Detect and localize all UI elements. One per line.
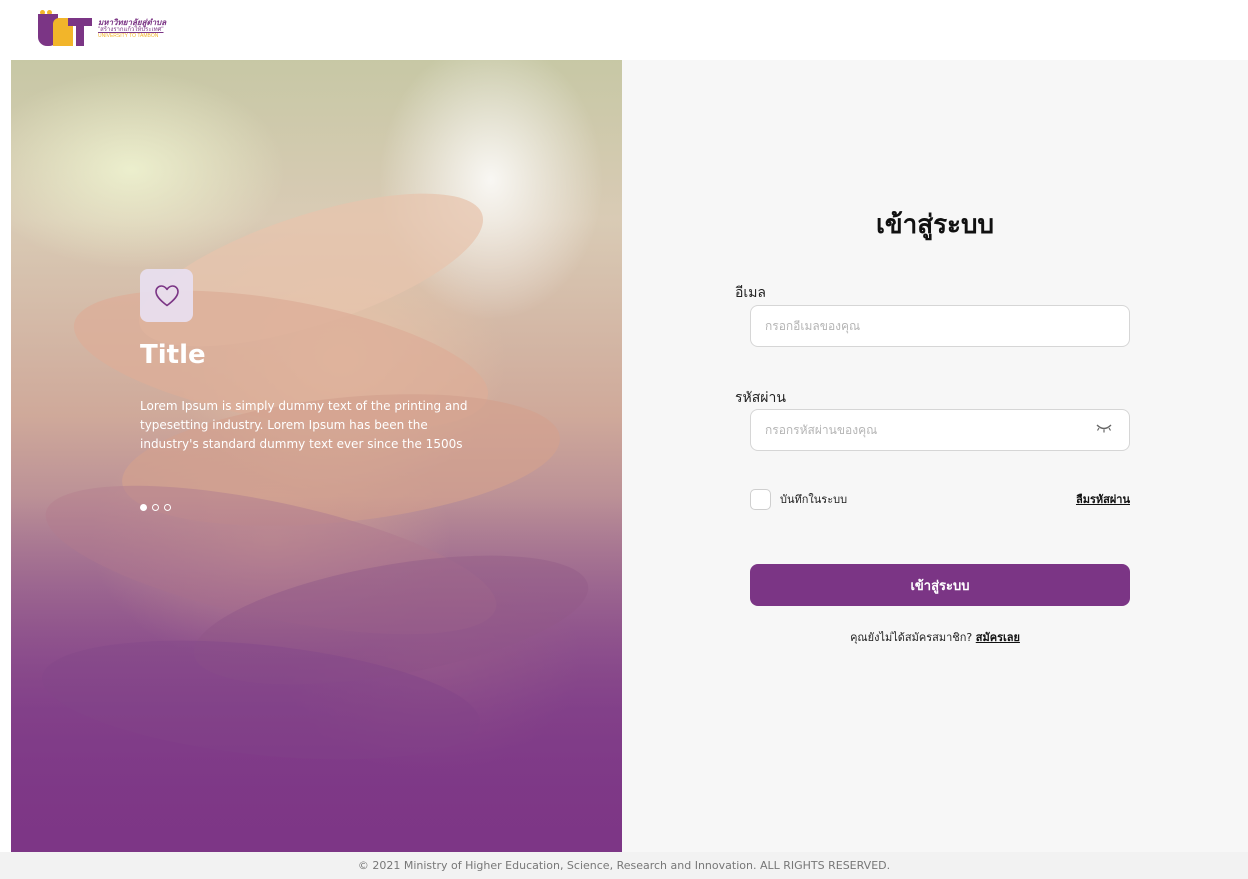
hero-title: Title: [140, 340, 206, 370]
hero-carousel: Title Lorem Ipsum is simply dummy text o…: [11, 60, 622, 852]
copyright-text: © 2021 Ministry of Higher Education, Sci…: [357, 859, 891, 872]
hero-icon-tile: [140, 269, 193, 322]
u2t-logo[interactable]: มหาวิทยาลัยสู่ตำบล "สร้างรากแก้วให้ประเท…: [38, 9, 178, 49]
password-field[interactable]: [750, 409, 1130, 451]
signup-prompt-row: คุณยังไม่ได้สมัครสมาชิก? สมัครเลย: [622, 628, 1248, 646]
footer: © 2021 Ministry of Higher Education, Sci…: [0, 852, 1248, 879]
top-bar: มหาวิทยาลัยสู่ตำบล "สร้างรากแก้วให้ประเท…: [0, 0, 1248, 60]
remember-checkbox[interactable]: [750, 488, 771, 510]
signup-link[interactable]: สมัครเลย: [976, 631, 1020, 644]
carousel-dot-2[interactable]: [152, 504, 159, 511]
login-panel: เข้าสู่ระบบ อีเมล รหัสผ่าน บันทึกในระบบ …: [622, 60, 1248, 852]
u2t-logo-mark: [38, 10, 92, 48]
hero-description: Lorem Ipsum is simply dummy text of the …: [140, 399, 468, 451]
login-button[interactable]: เข้าสู่ระบบ: [750, 564, 1130, 606]
signup-prompt: คุณยังไม่ได้สมัครสมาชิก?: [850, 631, 973, 644]
carousel-dots: [140, 504, 171, 511]
hero-gradient-overlay: [11, 60, 622, 852]
remember-row: บันทึกในระบบ ลืมรหัสผ่าน: [750, 488, 1130, 510]
email-label: อีเมล: [735, 285, 767, 301]
login-title: เข้าสู่ระบบ: [875, 210, 995, 240]
carousel-dot-1[interactable]: [140, 504, 147, 511]
logo-line-3: UNIVERSITY TO TAMBON: [98, 32, 159, 39]
password-label: รหัสผ่าน: [735, 390, 786, 406]
carousel-dot-3[interactable]: [164, 504, 171, 511]
logo-text: มหาวิทยาลัยสู่ตำบล "สร้างรากแก้วให้ประเท…: [98, 18, 166, 39]
email-field[interactable]: [750, 305, 1130, 347]
heart-icon: [154, 284, 179, 306]
logo-letter-t-stem: [76, 24, 84, 46]
remember-label: บันทึกในระบบ: [780, 493, 848, 506]
eye-closed-icon[interactable]: [1095, 422, 1113, 434]
forgot-password-link[interactable]: ลืมรหัสผ่าน: [1076, 490, 1130, 508]
